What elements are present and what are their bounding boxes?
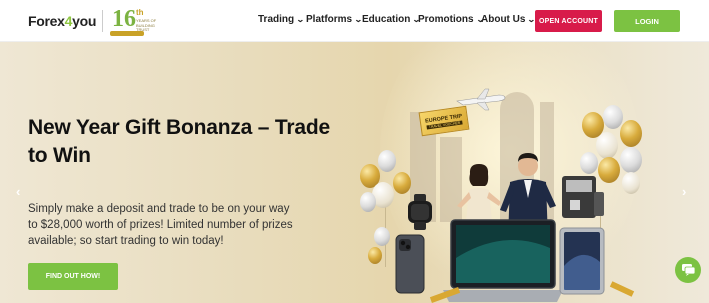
silver-balloon <box>580 152 598 174</box>
laptop-icon <box>443 219 563 302</box>
anniversary-badge: 16 th YEARS OF BUILDING TRUST <box>110 6 160 36</box>
chevron-left-icon[interactable]: ‹ <box>16 184 20 199</box>
silver-balloon <box>374 227 390 246</box>
find-out-how-button[interactable]: FIND OUT HOW! <box>28 263 118 290</box>
gold-balloon <box>393 172 411 194</box>
silver-balloon <box>603 105 623 129</box>
hero-description: Simply make a deposit and trade to be on… <box>28 203 293 247</box>
hero-banner: EUROPE TRIP TRAVEL VOUCHER New Year Gift… <box>0 42 709 303</box>
chevron-down-icon: ⌄ <box>296 15 305 24</box>
anniversary-ribbon <box>110 31 144 36</box>
nav-about-us[interactable]: About Us ⌄ <box>481 14 536 25</box>
logo-divider <box>102 10 103 32</box>
login-button[interactable]: LOGIN <box>614 10 680 32</box>
site-header: Forex4you 16 th YEARS OF BUILDING TRUST … <box>0 0 709 42</box>
nav-platforms[interactable]: Platforms ⌄ <box>306 14 363 25</box>
silver-balloon <box>378 150 396 172</box>
anniversary-suffix: th <box>136 8 144 17</box>
smartphone-icon <box>395 234 425 294</box>
forex4you-logo[interactable]: Forex4you <box>28 13 96 29</box>
gold-balloon <box>620 120 642 147</box>
coffee-machine-icon <box>562 176 604 218</box>
anniversary-number: 16 <box>112 6 136 32</box>
gold-balloon <box>368 247 382 264</box>
nav-trading[interactable]: Trading ⌄ <box>258 14 305 25</box>
open-account-button[interactable]: OPEN ACCOUNT <box>535 10 602 32</box>
silver-balloon <box>360 192 376 212</box>
chat-widget-button[interactable] <box>675 257 701 283</box>
hero-title: New Year Gift Bonanza – Trade to Win <box>28 116 330 167</box>
nav-education[interactable]: Education ⌄ <box>362 14 421 25</box>
silver-balloon <box>620 147 642 173</box>
chat-bubble-icon <box>681 264 695 276</box>
nav-promotions[interactable]: Promotions ⌄ <box>418 14 484 25</box>
tablet-icon <box>559 227 605 295</box>
chevron-right-icon[interactable]: › <box>682 184 686 199</box>
confetti-balloon <box>622 172 640 194</box>
gold-ribbon <box>609 281 635 297</box>
smartwatch-icon <box>408 194 432 230</box>
confetti-balloon <box>596 132 618 159</box>
